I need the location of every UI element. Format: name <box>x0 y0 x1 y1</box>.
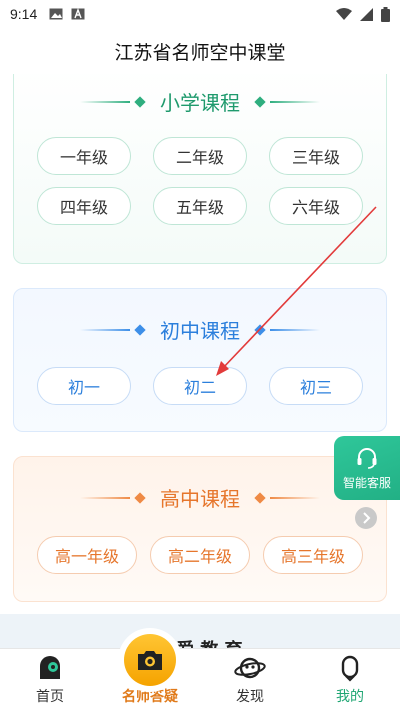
next-section-title: 爱 教 育 <box>176 636 243 648</box>
high-card-title: 高中课程 <box>160 487 240 511</box>
profile-icon <box>341 655 359 682</box>
divider-line <box>80 496 130 499</box>
divider-line <box>80 100 130 103</box>
teacher-qa-camera-button[interactable] <box>118 628 182 692</box>
diamond-icon <box>134 323 146 336</box>
grade-button-chu1[interactable]: 初一 <box>37 367 131 405</box>
grade-button-1[interactable]: 一年级 <box>37 137 131 175</box>
tab-mine[interactable]: 我的 <box>300 649 400 711</box>
grade-button-3[interactable]: 三年级 <box>269 137 363 175</box>
planet-icon <box>234 657 266 679</box>
smart-service-button[interactable]: 智能客服 <box>334 436 400 500</box>
camera-icon <box>138 651 162 670</box>
grade-button-gao1[interactable]: 高一年级 <box>37 536 137 574</box>
camera-button-circle <box>124 634 176 686</box>
a-icon <box>71 8 85 20</box>
divider-line <box>270 496 320 499</box>
grade-button-6[interactable]: 六年级 <box>269 187 363 225</box>
grade-button-gao2[interactable]: 高二年级 <box>150 536 250 574</box>
main-content: 小学课程 一年级 二年级 三年级 四年级 五年级 六年级 初中课程 初一 初二 … <box>0 74 400 648</box>
grade-button-chu2[interactable]: 初二 <box>153 367 247 405</box>
primary-card-header: 小学课程 <box>14 87 386 116</box>
tab-discover-label: 发现 <box>236 689 264 705</box>
diamond-icon <box>254 95 266 108</box>
next-section-peek: 爱 教 育 <box>0 614 400 648</box>
primary-course-card: 小学课程 一年级 二年级 三年级 四年级 五年级 六年级 <box>13 74 387 264</box>
middle-course-card: 初中课程 初一 初二 初三 <box>13 288 387 432</box>
high-card-header: 高中课程 <box>14 483 386 512</box>
diamond-icon <box>254 491 266 504</box>
diamond-icon <box>254 323 266 336</box>
grade-button-4[interactable]: 四年级 <box>37 187 131 225</box>
bottom-tab-bar: 首页 名师答疑 发现 我的 <box>0 648 400 711</box>
tab-home-label: 首页 <box>36 689 64 705</box>
diamond-icon <box>134 491 146 504</box>
smart-service-label: 智能客服 <box>342 475 391 490</box>
grade-button-gao3[interactable]: 高三年级 <box>263 536 363 574</box>
chevron-right-icon <box>363 512 371 524</box>
middle-card-title: 初中课程 <box>160 319 240 343</box>
scroll-right-button[interactable] <box>355 507 377 529</box>
primary-card-title: 小学课程 <box>160 91 240 115</box>
high-course-card: 高中课程 高一年级 高二年级 高三年级 <box>13 456 387 602</box>
headset-icon <box>357 447 377 469</box>
grade-button-5[interactable]: 五年级 <box>153 187 247 225</box>
tab-discover[interactable]: 发现 <box>200 649 300 711</box>
image-icon <box>49 8 63 20</box>
divider-line <box>80 328 130 331</box>
tab-home[interactable]: 首页 <box>0 649 100 711</box>
grade-button-2[interactable]: 二年级 <box>153 137 247 175</box>
wifi-icon <box>336 7 352 20</box>
tab-mine-label: 我的 <box>336 689 364 705</box>
battery-icon <box>381 6 390 22</box>
middle-card-header: 初中课程 <box>14 315 386 344</box>
status-bar: 9:14 <box>0 0 400 28</box>
status-time: 9:14 <box>10 6 38 22</box>
home-icon <box>40 656 60 679</box>
divider-line <box>270 328 320 331</box>
signal-icon <box>360 7 373 21</box>
grade-button-chu3[interactable]: 初三 <box>269 367 363 405</box>
divider-line <box>270 100 320 103</box>
diamond-icon <box>134 95 146 108</box>
page-title: 江苏省名师空中课堂 <box>114 41 286 64</box>
title-bar: 江苏省名师空中课堂 <box>0 28 400 74</box>
